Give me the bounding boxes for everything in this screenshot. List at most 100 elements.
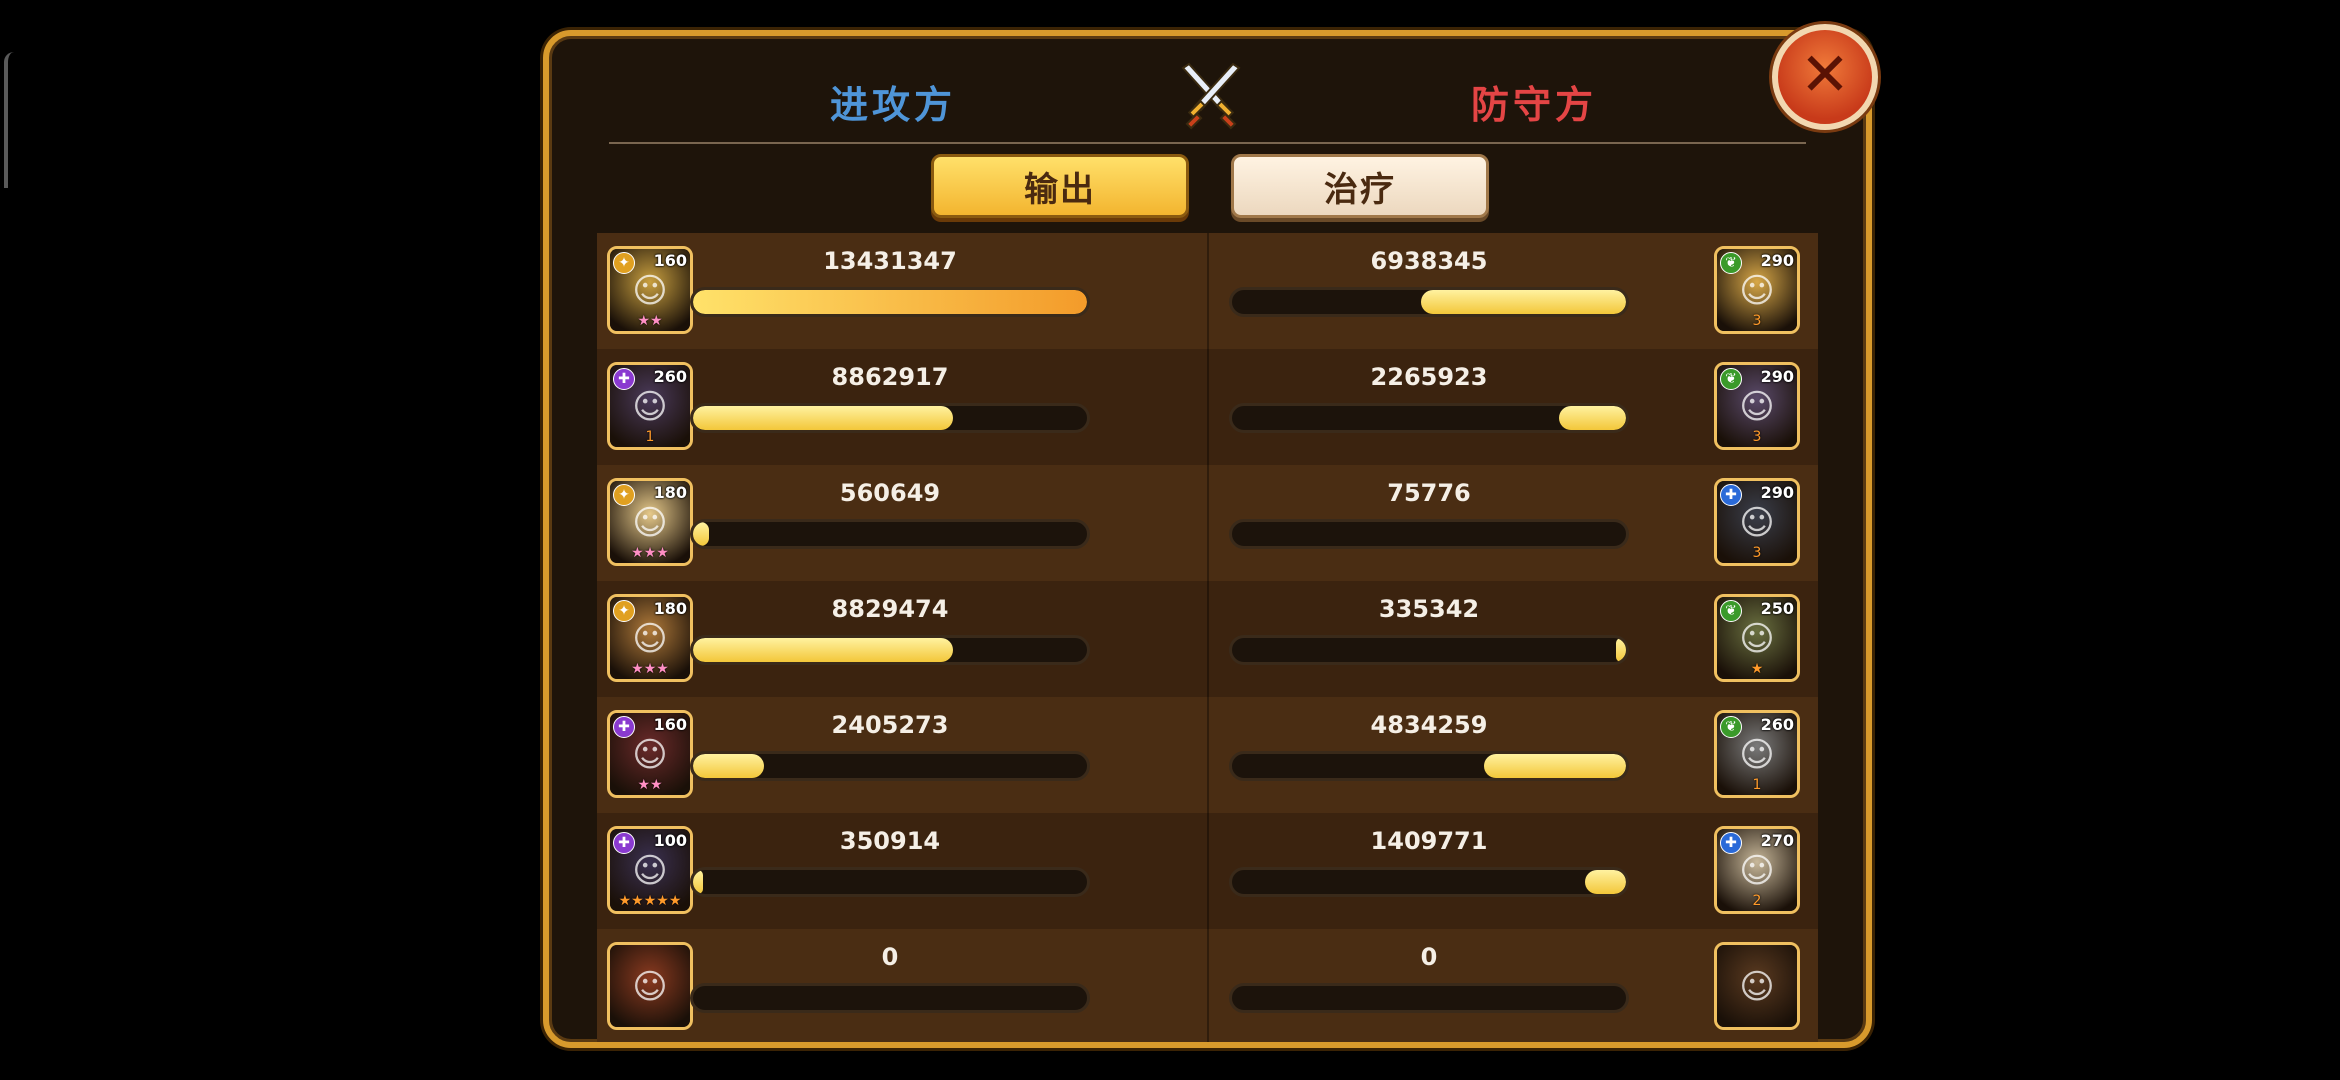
hero-stars: 2 xyxy=(1752,893,1762,909)
hero-level: 290 xyxy=(1760,483,1794,502)
attacker-damage-value: 350914 xyxy=(839,827,941,855)
attacker-hero-portrait[interactable]: ☺ ✚ 160 ★★ xyxy=(607,710,693,798)
hero-face-icon: ☺ xyxy=(1739,503,1775,543)
hero-face-icon: ☺ xyxy=(1739,619,1775,659)
attacker-damage-bar xyxy=(690,867,1090,897)
hero-stars: 3 xyxy=(1752,545,1762,561)
hero-stars: ★★★ xyxy=(631,545,669,561)
defender-title: 防守方 xyxy=(1471,83,1598,127)
defender-hero-portrait[interactable]: ☺ ❦ 260 1 xyxy=(1714,710,1800,798)
attacker-damage-value: 560649 xyxy=(839,479,941,507)
hero-face-icon: ☺ xyxy=(632,967,668,1007)
defender-hero-portrait[interactable]: ☺ ❦ 290 3 xyxy=(1714,246,1800,334)
hero-level: 260 xyxy=(1760,715,1794,734)
hero-face-icon: ☺ xyxy=(632,387,668,427)
close-button[interactable]: ✕ xyxy=(1772,24,1878,130)
tab-output[interactable]: 输出 xyxy=(931,154,1189,218)
defender-hero-portrait[interactable]: ☺ ✚ 290 3 xyxy=(1714,478,1800,566)
hero-stars: ★★★★★ xyxy=(618,893,682,909)
damage-bar-fill xyxy=(1421,290,1626,314)
hero-face-icon: ☺ xyxy=(1739,271,1775,311)
hero-stars: 3 xyxy=(1752,313,1762,329)
hero-face-icon: ☺ xyxy=(1739,735,1775,775)
header-divider xyxy=(609,142,1806,144)
crossed-swords-icon xyxy=(1181,62,1241,130)
attacker-damage-bar xyxy=(690,635,1090,665)
damage-bar-fill xyxy=(1584,870,1626,894)
defender-damage-value: 4834259 xyxy=(1370,711,1488,739)
close-x-icon: ✕ xyxy=(1799,40,1851,110)
attacker-title: 进攻方 xyxy=(830,83,957,127)
dark-element-icon: ✚ xyxy=(613,716,635,738)
hero-stars: 1 xyxy=(645,429,655,445)
hero-level: 290 xyxy=(1760,251,1794,270)
hero-level: 290 xyxy=(1760,367,1794,386)
defender-damage-value: 1409771 xyxy=(1370,827,1488,855)
defender-damage-value: 75776 xyxy=(1387,479,1471,507)
hero-face-icon: ☺ xyxy=(632,851,668,891)
hero-level: 160 xyxy=(653,251,687,270)
hero-level: 180 xyxy=(653,599,687,618)
battle-stats-panel: 进攻方 防守方 输出 治疗 ☺ ✦ 160 ★★ 13431347 ☺ ❦ 290 3 69383… xyxy=(543,30,1872,1048)
damage-bar-fill xyxy=(693,522,709,546)
attacker-hero-portrait[interactable]: ☺ xyxy=(607,942,693,1030)
damage-bar-fill xyxy=(693,290,1087,314)
hero-level: 270 xyxy=(1760,831,1794,850)
attacker-damage-bar xyxy=(690,751,1090,781)
damage-bar-fill xyxy=(1484,754,1626,778)
attacker-hero-portrait[interactable]: ☺ ✦ 180 ★★★ xyxy=(607,478,693,566)
hero-stars: 1 xyxy=(1752,777,1762,793)
nature-element-icon: ❦ xyxy=(1720,600,1742,622)
screen-edge-decoration xyxy=(4,52,14,188)
defender-hero-portrait[interactable]: ☺ ❦ 250 ★ xyxy=(1714,594,1800,682)
defender-damage-value: 335342 xyxy=(1378,595,1480,623)
attacker-hero-portrait[interactable]: ☺ ✚ 100 ★★★★★ xyxy=(607,826,693,914)
defender-damage-bar xyxy=(1229,403,1629,433)
hero-face-icon: ☺ xyxy=(632,735,668,775)
hero-face-icon: ☺ xyxy=(1739,967,1775,1007)
attacker-hero-portrait[interactable]: ☺ ✦ 160 ★★ xyxy=(607,246,693,334)
attacker-hero-portrait[interactable]: ☺ ✦ 180 ★★★ xyxy=(607,594,693,682)
nature-element-icon: ❦ xyxy=(1720,368,1742,390)
nature-element-icon: ❦ xyxy=(1720,716,1742,738)
hero-level: 160 xyxy=(653,715,687,734)
attacker-hero-portrait[interactable]: ☺ ✚ 260 1 xyxy=(607,362,693,450)
defender-damage-bar xyxy=(1229,867,1629,897)
light-element-icon: ✦ xyxy=(613,484,635,506)
hero-face-icon: ☺ xyxy=(632,619,668,659)
panel-header: 进攻方 防守方 xyxy=(549,36,1866,146)
hero-level: 180 xyxy=(653,483,687,502)
damage-bar-fill xyxy=(1559,406,1626,430)
hero-face-icon: ☺ xyxy=(1739,851,1775,891)
defender-damage-bar xyxy=(1229,519,1629,549)
defender-hero-portrait[interactable]: ☺ xyxy=(1714,942,1800,1030)
hero-stars: ★ xyxy=(1750,661,1764,677)
hero-face-icon: ☺ xyxy=(632,503,668,543)
hero-face-icon: ☺ xyxy=(632,271,668,311)
defender-hero-portrait[interactable]: ☺ ✚ 270 2 xyxy=(1714,826,1800,914)
defender-damage-bar xyxy=(1229,287,1629,317)
hero-stars: ★★ xyxy=(637,313,663,329)
hero-level: 260 xyxy=(653,367,687,386)
light-element-icon: ✦ xyxy=(613,600,635,622)
defender-damage-value: 6938345 xyxy=(1370,247,1488,275)
hero-stars: ★★★ xyxy=(631,661,669,677)
hero-stars: ★★ xyxy=(637,777,663,793)
attacker-damage-value: 8829474 xyxy=(831,595,949,623)
attacker-damage-bar xyxy=(690,403,1090,433)
attacker-damage-bar xyxy=(690,983,1090,1013)
defender-hero-portrait[interactable]: ☺ ❦ 290 3 xyxy=(1714,362,1800,450)
attacker-damage-value: 13431347 xyxy=(823,247,957,275)
hero-level: 100 xyxy=(653,831,687,850)
defender-damage-bar xyxy=(1229,983,1629,1013)
defender-damage-value: 2265923 xyxy=(1370,363,1488,391)
attacker-damage-bar xyxy=(690,287,1090,317)
hero-stars: 3 xyxy=(1752,429,1762,445)
hero-face-icon: ☺ xyxy=(1739,387,1775,427)
damage-bar-fill xyxy=(693,870,704,894)
nature-element-icon: ❦ xyxy=(1720,252,1742,274)
damage-bar-fill xyxy=(693,638,954,662)
defender-damage-bar xyxy=(1229,751,1629,781)
center-divider xyxy=(1207,233,1209,1042)
tab-healing[interactable]: 治疗 xyxy=(1231,154,1489,218)
